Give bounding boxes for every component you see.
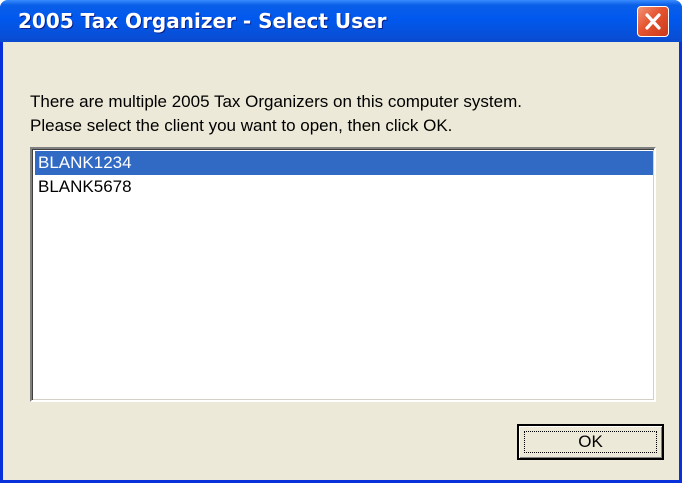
instruction-message: There are multiple 2005 Tax Organizers o… (30, 90, 670, 138)
ok-button-label: OK (578, 432, 603, 451)
list-item-blank1234[interactable]: BLANK1234 (35, 151, 653, 175)
window-title: 2005 Tax Organizer - Select User (18, 9, 387, 33)
client-listbox[interactable]: BLANK1234 BLANK5678 (30, 147, 656, 402)
close-button[interactable] (637, 6, 669, 37)
title-bar[interactable]: 2005 Tax Organizer - Select User (0, 0, 682, 42)
message-line-1: There are multiple 2005 Tax Organizers o… (30, 92, 522, 111)
message-line-2: Please select the client you want to ope… (30, 116, 453, 135)
ok-button[interactable]: OK (517, 424, 664, 460)
list-item-blank5678[interactable]: BLANK5678 (35, 175, 653, 199)
close-icon (645, 13, 661, 30)
